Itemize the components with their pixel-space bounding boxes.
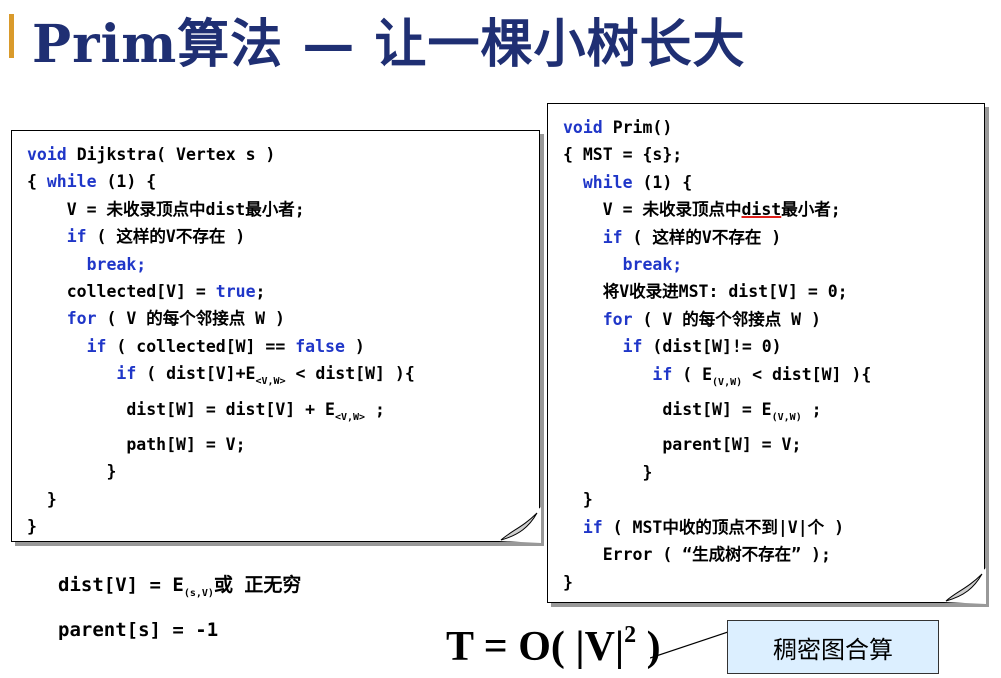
complexity-formula: T = O( |V|2 ) bbox=[446, 622, 661, 670]
initialization-notes: dist[V] = E(s,V)或 正无穷 parent[s] = -1 bbox=[58, 574, 302, 641]
dense-graph-badge: 稠密图合算 bbox=[727, 620, 939, 674]
slide-title: Prim算法 — 让一棵小树长大 bbox=[32, 14, 746, 75]
callout-connector-line bbox=[650, 631, 728, 659]
dist-underline-mark: dist bbox=[741, 200, 782, 220]
title-accent-bar bbox=[9, 14, 14, 58]
page-curl-icon bbox=[499, 507, 541, 543]
page-curl-icon bbox=[944, 568, 986, 604]
prim-code: void Prim() { MST = {s}; while (1) { V =… bbox=[563, 118, 872, 592]
dijkstra-code: void Dijkstra( Vertex s ) { while (1) { … bbox=[27, 145, 415, 537]
